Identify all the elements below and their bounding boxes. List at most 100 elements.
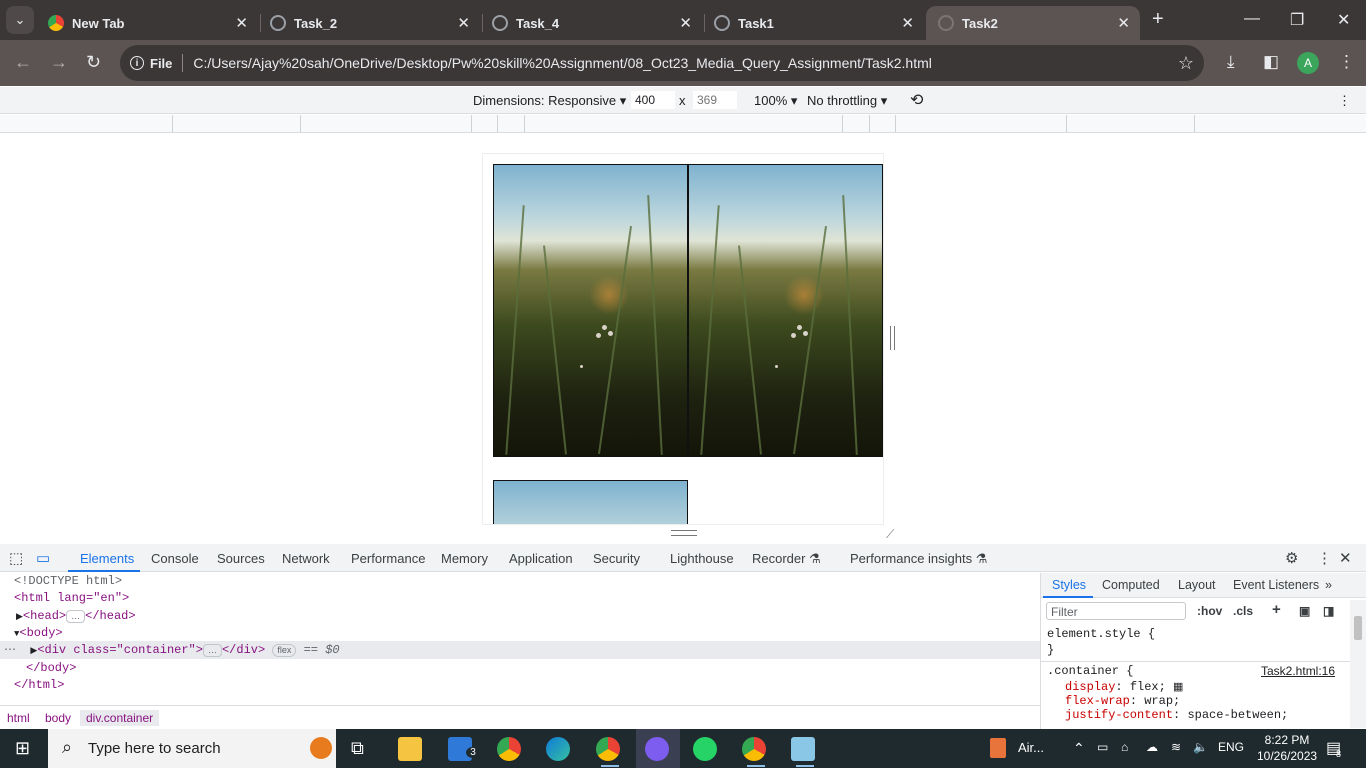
declaration-display[interactable]: display: flex; ▦ — [1065, 680, 1183, 694]
devtools-tab-console[interactable]: Console — [151, 551, 199, 566]
whatsapp-icon[interactable] — [693, 737, 717, 761]
source-link[interactable]: Task2.html:16 — [1261, 664, 1335, 678]
dom-doctype[interactable]: <!DOCTYPE html> — [14, 573, 122, 590]
computed-tab[interactable]: Computed — [1102, 578, 1160, 592]
devtools-tab-sources[interactable]: Sources — [217, 551, 265, 566]
devtools-tab-performance[interactable]: Performance — [351, 551, 425, 566]
device-more-icon[interactable]: ⋮ — [1338, 93, 1351, 109]
dom-html-close[interactable]: </html> — [14, 677, 64, 694]
dom-body-close[interactable]: </body> — [26, 660, 76, 677]
zoom-dropdown[interactable]: 100% ▾ — [754, 93, 797, 109]
breadcrumb-html[interactable]: html — [7, 711, 30, 725]
wifi-icon[interactable]: ≋ — [1171, 740, 1181, 754]
close-tab-icon[interactable]: ✕ — [679, 14, 692, 32]
dom-div-container[interactable]: ⋯ ▶<div class="container">… </div> flex =… — [4, 642, 340, 659]
more-tabs-icon[interactable]: » — [1325, 578, 1332, 592]
devtools-close-icon[interactable]: ✕ — [1339, 549, 1352, 567]
container-selector[interactable]: .container { — [1047, 664, 1133, 678]
devtools-more-icon[interactable]: ⋮ — [1317, 549, 1332, 567]
menu-dots-icon[interactable]: ⋮ — [1338, 52, 1355, 72]
resize-handle-right[interactable] — [890, 326, 895, 350]
tab-new-tab[interactable]: New Tab ✕ — [48, 6, 258, 40]
cls-button[interactable]: .cls — [1233, 604, 1253, 618]
close-tab-icon[interactable]: ✕ — [901, 14, 914, 32]
styles-tab[interactable]: Styles — [1052, 578, 1086, 592]
new-rule-icon[interactable]: + — [1272, 601, 1281, 618]
battery-icon[interactable]: ▭ — [1097, 740, 1108, 754]
width-input[interactable] — [631, 91, 675, 109]
device-toggle-icon[interactable]: ▭ — [36, 549, 50, 567]
breadcrumb-body[interactable]: body — [45, 711, 71, 725]
close-tab-icon[interactable]: ✕ — [1117, 14, 1130, 32]
inspect-element-icon[interactable]: ⬚ — [9, 549, 23, 567]
window-close-icon[interactable]: ✕ — [1337, 10, 1350, 30]
minimize-icon[interactable]: — — [1244, 10, 1260, 28]
bookmark-star-icon[interactable]: ☆ — [1178, 53, 1194, 74]
dom-body-open[interactable]: ▼<body> — [14, 625, 63, 642]
file-explorer-icon[interactable] — [398, 737, 422, 761]
devtools-tab-security[interactable]: Security — [593, 551, 640, 566]
dom-html-open[interactable]: <html lang="en"> — [14, 590, 129, 607]
edge-icon[interactable] — [546, 737, 570, 761]
tab-task-2[interactable]: Task_2 ✕ — [270, 6, 480, 40]
element-style-rule[interactable]: element.style { — [1047, 627, 1155, 641]
chrome-icon[interactable] — [497, 737, 521, 761]
tab-task1[interactable]: Task1 ✕ — [714, 6, 924, 40]
devtools-tab-application[interactable]: Application — [509, 551, 573, 566]
declaration-justify-content[interactable]: justify-content: space-between; — [1065, 708, 1288, 722]
forward-icon[interactable]: → — [50, 52, 68, 73]
height-input[interactable] — [693, 91, 737, 109]
windows-start-icon[interactable]: ⊞ — [15, 738, 30, 759]
paint-icon[interactable]: ▣ — [1299, 604, 1310, 618]
clock[interactable]: 8:22 PM 10/26/2023 — [1257, 732, 1317, 764]
profile-avatar[interactable]: A — [1297, 52, 1319, 74]
restore-icon[interactable]: ❐ — [1290, 10, 1304, 30]
close-tab-icon[interactable]: ✕ — [235, 14, 248, 32]
url-text[interactable]: C:/Users/Ajay%20sah/OneDrive/Desktop/Pw%… — [193, 55, 931, 71]
tab-search-button[interactable]: ⌄ — [6, 6, 34, 34]
task-view-icon[interactable]: ⧉ — [351, 738, 364, 759]
devtools-tab-network[interactable]: Network — [282, 551, 330, 566]
throttling-dropdown[interactable]: No throttling ▾ — [807, 93, 887, 109]
address-bar[interactable]: i File C:/Users/Ajay%20sah/OneDrive/Desk… — [120, 45, 1204, 81]
notepad-icon[interactable] — [791, 737, 815, 761]
cloud-icon[interactable]: ☁ — [1146, 740, 1158, 754]
declaration-flex-wrap[interactable]: flex-wrap: wrap; — [1065, 694, 1180, 708]
back-icon[interactable]: ← — [14, 52, 32, 73]
hov-button[interactable]: :hov — [1197, 604, 1222, 618]
devtools-tab-recorder[interactable]: Recorder ⚗ — [752, 551, 821, 567]
aircraft-app-icon[interactable] — [990, 738, 1006, 758]
devtools-tab-elements[interactable]: Elements — [80, 551, 134, 566]
dimensions-dropdown[interactable]: Dimensions: Responsive ▾ — [473, 93, 626, 109]
info-icon[interactable]: i — [130, 56, 144, 70]
styles-filter-input[interactable]: Filter — [1046, 602, 1186, 620]
side-panel-icon[interactable]: ◧ — [1263, 52, 1279, 72]
styles-scrollbar[interactable] — [1350, 600, 1366, 728]
volume-icon[interactable]: 🔈 — [1193, 740, 1208, 754]
tab-task-4[interactable]: Task_4 ✕ — [492, 6, 702, 40]
chrome-active-icon[interactable] — [742, 737, 766, 761]
devtools-settings-icon[interactable]: ⚙ — [1285, 549, 1298, 567]
close-tab-icon[interactable]: ✕ — [457, 14, 470, 32]
new-tab-button[interactable]: + — [1152, 9, 1164, 29]
chrome-profile-icon[interactable] — [596, 737, 620, 761]
layout-tab[interactable]: Layout — [1178, 578, 1216, 592]
devtools-tab-lighthouse[interactable]: Lighthouse — [670, 551, 734, 566]
language-indicator[interactable]: ENG — [1218, 740, 1244, 754]
toggle-sidebar-icon[interactable]: ◨ — [1323, 604, 1334, 618]
tray-chevron-icon[interactable]: ⌃ — [1073, 740, 1085, 757]
devtools-tab-memory[interactable]: Memory — [441, 551, 488, 566]
dom-head[interactable]: ▶<head>… </head> — [16, 608, 136, 625]
discord-icon[interactable] — [645, 737, 669, 761]
taskbar-search[interactable]: ⌕ Type here to search — [48, 729, 336, 768]
air-label[interactable]: Air... — [1018, 740, 1044, 755]
reload-icon[interactable]: ↻ — [86, 52, 101, 73]
devtools-tab-performance-insights[interactable]: Performance insights ⚗ — [850, 551, 987, 567]
usb-icon[interactable]: ⌂ — [1121, 740, 1128, 754]
tab-task2[interactable]: Task2 ✕ — [926, 6, 1140, 40]
breadcrumb-div-container[interactable]: div.container — [80, 710, 160, 726]
download-icon[interactable]: ⤓ — [1227, 52, 1235, 72]
event-listeners-tab[interactable]: Event Listeners — [1233, 578, 1319, 592]
resize-handle-bottom[interactable] — [671, 530, 697, 536]
media-query-bar[interactable] — [0, 115, 1366, 133]
